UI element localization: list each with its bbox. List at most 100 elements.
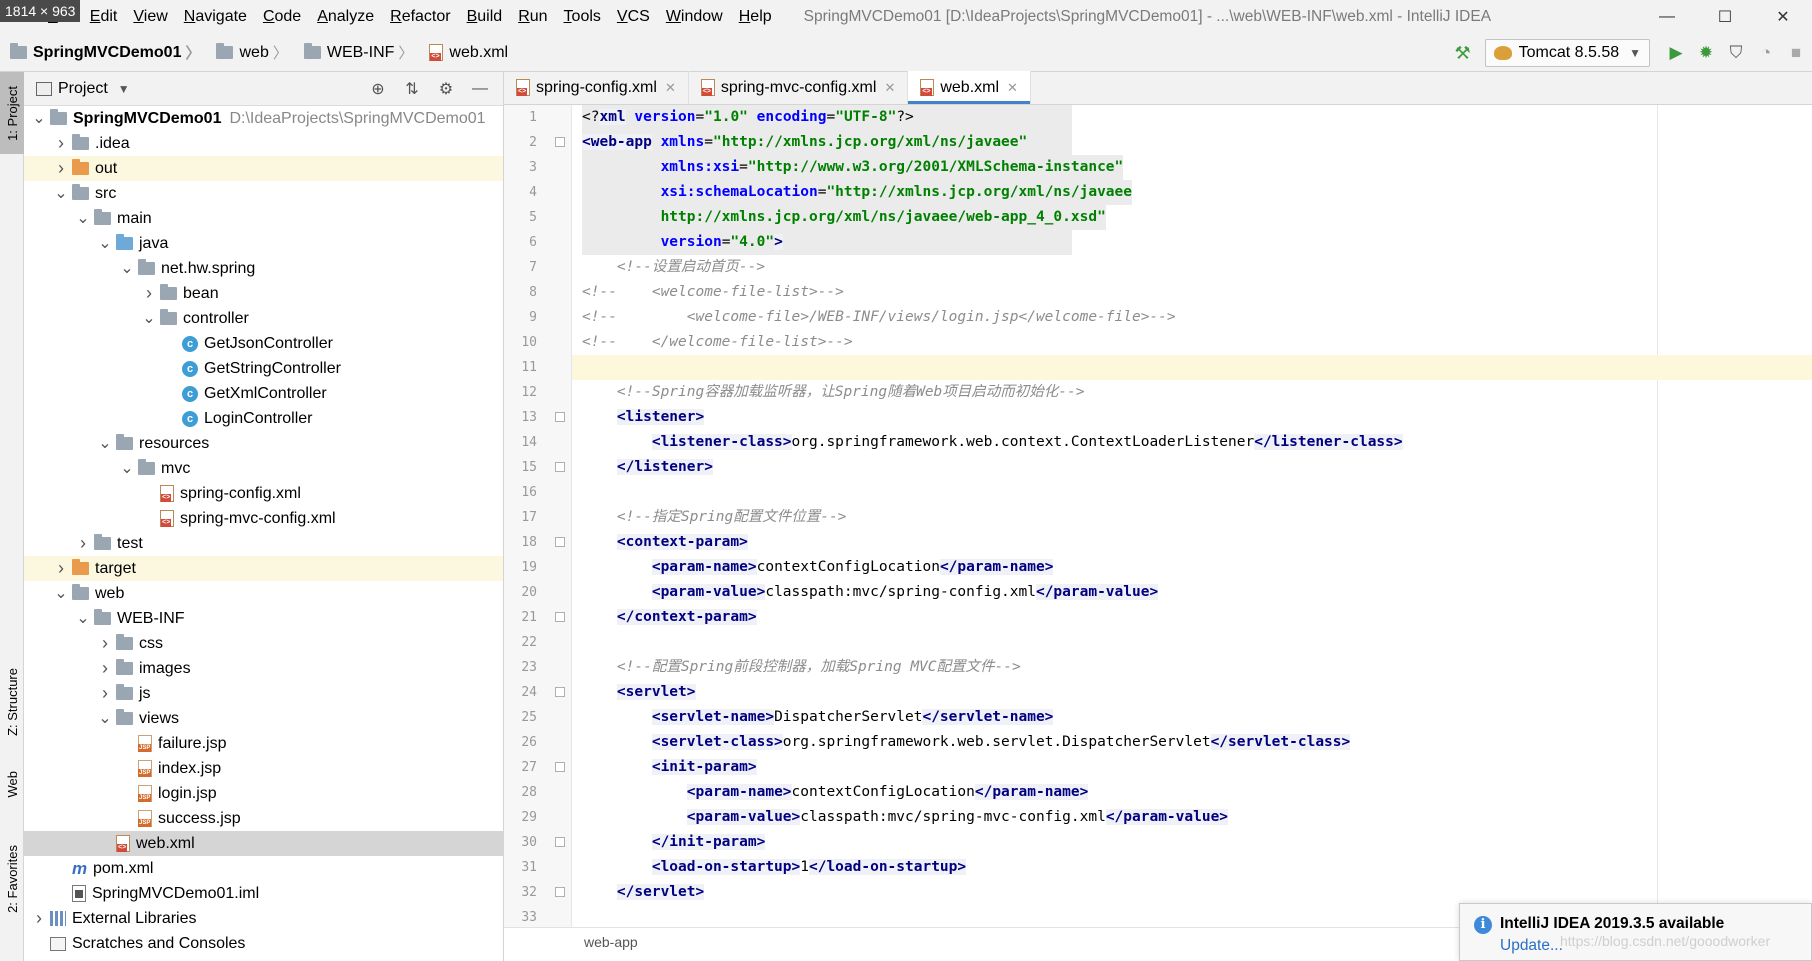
code-line[interactable]: <listener> — [572, 405, 1812, 430]
code-line[interactable]: <listener-class>org.springframework.web.… — [572, 430, 1812, 455]
menu-navigate[interactable]: Navigate — [176, 0, 255, 34]
editor-tab[interactable]: spring-config.xml ✕ — [504, 71, 689, 104]
code-line[interactable]: <load-on-startup>1</load-on-startup> — [572, 855, 1812, 880]
fold-marker-icon[interactable] — [555, 537, 565, 547]
tool-tab-web[interactable]: Web — [0, 756, 24, 812]
tree-item[interactable]: ⌄ java — [24, 231, 503, 256]
editor-tab[interactable]: spring-mvc-config.xml ✕ — [689, 71, 909, 104]
locate-file-icon[interactable]: ⊕ — [361, 79, 395, 99]
tree-item[interactable]: SpringMVCDemo01.iml — [24, 881, 503, 906]
code-line[interactable] — [572, 355, 1812, 380]
chevron-down-icon[interactable]: ⌄ — [116, 260, 138, 276]
fold-marker-icon[interactable] — [555, 837, 565, 847]
tool-tab-structure[interactable]: Z: Structure — [0, 652, 24, 752]
code-line[interactable] — [572, 630, 1812, 655]
chevron-down-icon[interactable]: ⌄ — [28, 110, 50, 126]
fold-marker-icon[interactable] — [555, 762, 565, 772]
tree-item[interactable]: ⌄ controller — [24, 306, 503, 331]
tree-item[interactable]: ⌄ net.hw.spring — [24, 256, 503, 281]
maximize-button[interactable]: ☐ — [1696, 0, 1754, 34]
code-line[interactable]: <init-param> — [572, 755, 1812, 780]
update-link[interactable]: Update... — [1500, 937, 1563, 955]
chevron-right-icon[interactable]: › — [28, 908, 50, 929]
menu-refactor[interactable]: Refactor — [382, 0, 458, 34]
menu-vcs[interactable]: VCS — [609, 0, 658, 34]
fold-marker-icon[interactable] — [555, 887, 565, 897]
tool-tab-favorites[interactable]: 2: Favorites — [0, 824, 24, 934]
build-hammer-icon[interactable]: ⚒ — [1451, 41, 1475, 65]
tree-item[interactable]: ⌄ WEB-INF — [24, 606, 503, 631]
chevron-down-icon[interactable]: ⌄ — [94, 435, 116, 451]
tree-item[interactable]: failure.jsp — [24, 731, 503, 756]
menu-tools[interactable]: Tools — [556, 0, 609, 34]
breadcrumb-web-xml[interactable]: web.xml — [419, 44, 514, 62]
tree-item[interactable]: › target — [24, 556, 503, 581]
stop-icon[interactable]: ■ — [1782, 39, 1810, 67]
collapse-all-icon[interactable]: ⇅ — [395, 79, 429, 99]
editor-tab[interactable]: web.xml ✕ — [908, 71, 1031, 104]
fold-marker-icon[interactable] — [555, 612, 565, 622]
tree-item[interactable]: c GetXmlController — [24, 381, 503, 406]
breadcrumb-web-inf[interactable]: WEB-INF 〉 — [294, 42, 420, 63]
code-line[interactable]: <servlet> — [572, 680, 1812, 705]
code-line[interactable]: <?xml version="1.0" encoding="UTF-8"?> — [572, 105, 1812, 130]
tool-tab-project[interactable]: 1: Project — [0, 72, 24, 154]
tree-item[interactable]: c GetStringController — [24, 356, 503, 381]
tree-item[interactable]: › out — [24, 156, 503, 181]
run-icon[interactable]: ▶ — [1662, 39, 1690, 67]
chevron-down-icon[interactable]: ⌄ — [50, 585, 72, 601]
tree-item[interactable]: › bean — [24, 281, 503, 306]
code-line[interactable]: <param-value>classpath:mvc/spring-mvc-co… — [572, 805, 1812, 830]
tree-item[interactable]: › test — [24, 531, 503, 556]
fold-marker-icon[interactable] — [555, 412, 565, 422]
code-line[interactable]: </servlet> — [572, 880, 1812, 905]
chevron-right-icon[interactable]: › — [94, 683, 116, 704]
tree-item[interactable]: index.jsp — [24, 756, 503, 781]
tree-item[interactable]: › images — [24, 656, 503, 681]
tree-item[interactable]: ⌄ src — [24, 181, 503, 206]
chevron-down-icon[interactable]: ⌄ — [94, 235, 116, 251]
code-line[interactable]: </listener> — [572, 455, 1812, 480]
menu-code[interactable]: Code — [255, 0, 309, 34]
code-line[interactable]: <param-name>contextConfigLocation</param… — [572, 780, 1812, 805]
tree-item[interactable]: login.jsp — [24, 781, 503, 806]
chevron-right-icon[interactable]: › — [72, 533, 94, 554]
tree-item[interactable]: c GetJsonController — [24, 331, 503, 356]
fold-marker-icon[interactable] — [555, 687, 565, 697]
code-line[interactable]: <param-name>contextConfigLocation</param… — [572, 555, 1812, 580]
tree-item[interactable]: ⌄ SpringMVCDemo01 D:\IdeaProjects\SpringMV… — [24, 106, 503, 131]
code-line[interactable]: </init-param> — [572, 830, 1812, 855]
chevron-right-icon[interactable]: › — [94, 633, 116, 654]
tree-item[interactable]: spring-mvc-config.xml — [24, 506, 503, 531]
code-line[interactable]: </context-param> — [572, 605, 1812, 630]
code-line[interactable]: <!-- </welcome-file-list>--> — [572, 330, 1812, 355]
close-tab-icon[interactable]: ✕ — [665, 80, 676, 96]
breadcrumb-project[interactable]: SpringMVCDemo01 〉 — [0, 42, 206, 63]
code-line[interactable]: <!--配置Spring前段控制器，加载Spring MVC配置文件--> — [572, 655, 1812, 680]
menu-run[interactable]: Run — [510, 0, 555, 34]
chevron-down-icon[interactable]: ⌄ — [138, 310, 160, 326]
code-line[interactable]: <!-- <welcome-file-list>--> — [572, 280, 1812, 305]
code-line[interactable]: <!-- <welcome-file>/WEB-INF/views/login.… — [572, 305, 1812, 330]
tree-item[interactable]: › .idea — [24, 131, 503, 156]
chevron-right-icon[interactable]: › — [50, 158, 72, 179]
fold-marker-icon[interactable] — [555, 462, 565, 472]
tree-item[interactable]: ⌄ main — [24, 206, 503, 231]
hide-panel-icon[interactable]: — — [463, 80, 497, 98]
chevron-down-icon[interactable]: ⌄ — [72, 610, 94, 626]
tree-item[interactable]: success.jsp — [24, 806, 503, 831]
code-line[interactable]: xmlns:xsi="http://www.w3.org/2001/XMLSch… — [572, 155, 1812, 180]
code-line[interactable]: <web-app xmlns="http://xmlns.jcp.org/xml… — [572, 130, 1812, 155]
tree-item[interactable]: c LoginController — [24, 406, 503, 431]
chevron-down-icon[interactable]: ⌄ — [94, 710, 116, 726]
code-line[interactable]: <!--指定Spring配置文件位置--> — [572, 505, 1812, 530]
close-tab-icon[interactable]: ✕ — [884, 80, 895, 96]
tree-item[interactable]: ⌄ views — [24, 706, 503, 731]
tree-item[interactable]: web.xml — [24, 831, 503, 856]
code-line[interactable]: <servlet-class>org.springframework.web.s… — [572, 730, 1812, 755]
code-line[interactable]: version="4.0"> — [572, 230, 1812, 255]
code-area[interactable]: 1 2 3 4 5 6 7 8 9 10 11 12 13 14 15 16 17 18 19 20 21 22 23 24 2… — [504, 105, 1812, 927]
code-line[interactable]: <servlet-name>DispatcherServlet</servlet… — [572, 705, 1812, 730]
tree-item[interactable]: ⌄ mvc — [24, 456, 503, 481]
chevron-right-icon[interactable]: › — [94, 658, 116, 679]
